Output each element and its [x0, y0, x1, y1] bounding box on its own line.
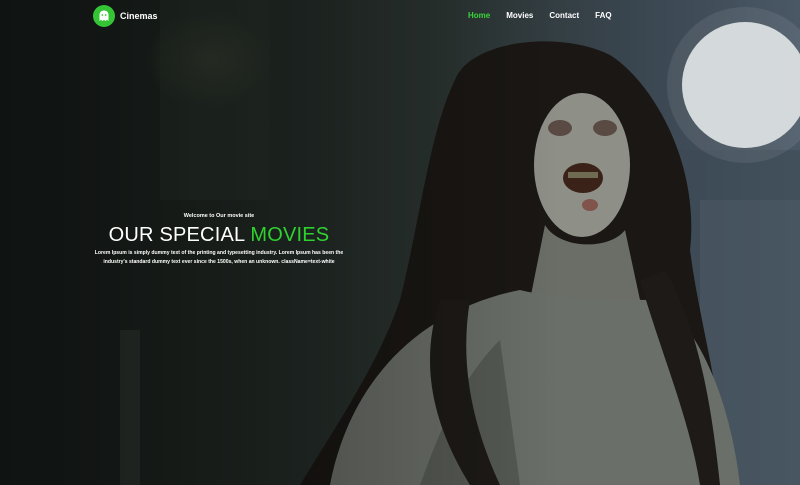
hero-welcome-text: Welcome to Our movie site — [183, 213, 255, 219]
hero-title-main: OUR SPECIAL — [108, 224, 245, 246]
hero-title-accent: MOVIES — [250, 224, 330, 246]
brand-name: Cinemas — [120, 11, 158, 21]
hero-description-line-2: industry's standard dummy text ever sinc… — [103, 259, 335, 265]
brand[interactable]: Cinemas — [93, 5, 158, 27]
nav-faq-link[interactable]: FAQ — [595, 11, 611, 20]
hero-title: OUR SPECIAL MOVIES — [88, 224, 350, 246]
nav-home-link[interactable]: Home — [468, 11, 490, 20]
ghost-icon[interactable] — [93, 5, 115, 27]
navbar: Cinemas Home Movies Contact FAQ — [0, 0, 800, 32]
hero-content: Welcome to Our movie site OUR SPECIAL MO… — [88, 213, 350, 267]
main-nav: Home Movies Contact FAQ — [468, 11, 628, 20]
nav-contact-link[interactable]: Contact — [549, 11, 579, 20]
hero-description-line-1: Lorem Ipsum is simply dummy text of the … — [94, 250, 344, 256]
hero-description: Lorem Ipsum is simply dummy text of the … — [88, 249, 350, 267]
nav-movies-link[interactable]: Movies — [506, 11, 533, 20]
